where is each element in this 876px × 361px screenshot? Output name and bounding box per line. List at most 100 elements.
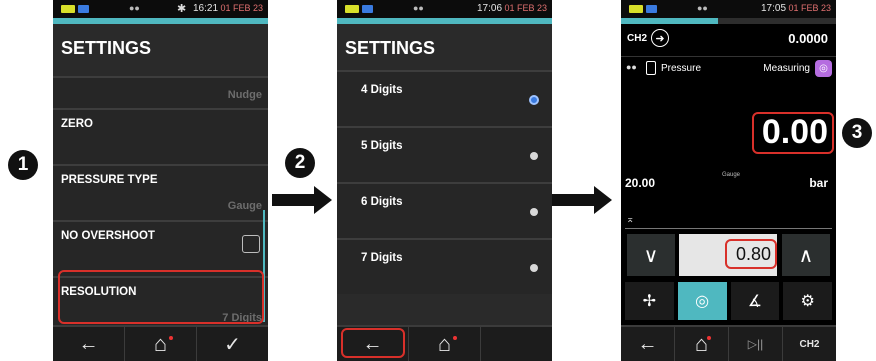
option-5-digits[interactable]: 5 Digits bbox=[337, 126, 552, 182]
page-title: SETTINGS bbox=[53, 24, 268, 76]
status-bar: ●● ✱ 16:21 01 FEB 23 bbox=[53, 0, 268, 18]
divider bbox=[625, 228, 832, 229]
range-value: 20.00 bbox=[625, 176, 656, 190]
channel-label: CH2 bbox=[627, 33, 648, 44]
home-icon: ⌂ bbox=[153, 331, 168, 356]
status-bar: ●● 17:05 01 FEB 23 bbox=[621, 0, 836, 18]
home-icon: ⌂ bbox=[694, 331, 709, 356]
home-button[interactable]: ⌂ bbox=[125, 327, 197, 361]
highlight-reading bbox=[752, 112, 834, 154]
function-row: ✢ ◎ ∡ ⚙ bbox=[621, 282, 836, 320]
setting-value: Gauge bbox=[227, 200, 262, 212]
date: 01 FEB 23 bbox=[788, 3, 831, 13]
charge-indicator-icon bbox=[646, 5, 657, 13]
angle-button[interactable]: ∡ bbox=[730, 282, 780, 320]
option-label: 5 Digits bbox=[361, 140, 403, 152]
option-label: 4 Digits bbox=[361, 84, 403, 96]
status-bar: ●● 17:06 01 FEB 23 bbox=[337, 0, 552, 18]
charge-indicator-icon bbox=[362, 5, 373, 13]
increment-button[interactable]: ∧ bbox=[782, 234, 830, 276]
measuring-mode-icon[interactable]: ◎ bbox=[815, 60, 832, 77]
battery-icon bbox=[345, 5, 359, 13]
measure-icon: ◎ bbox=[695, 293, 710, 310]
settings-button[interactable]: ⚙ bbox=[783, 282, 832, 320]
option-label: 6 Digits bbox=[361, 196, 403, 208]
settings-row-zero[interactable]: ZERO bbox=[53, 108, 268, 164]
charge-indicator-icon bbox=[78, 5, 89, 13]
gear-icon: ⚙ bbox=[800, 293, 815, 310]
channel-row[interactable]: CH2 ➜ 0.0000 bbox=[621, 26, 836, 52]
setting-label: NO OVERSHOOT bbox=[61, 230, 155, 242]
notification-dot bbox=[453, 336, 457, 340]
unit-label: bar bbox=[809, 176, 828, 190]
highlight-back-button bbox=[341, 328, 405, 358]
confirm-button[interactable]: ✓ bbox=[197, 327, 268, 361]
chevron-up-icon: ∧ bbox=[798, 244, 814, 267]
check-icon: ✓ bbox=[224, 333, 241, 356]
radio-icon[interactable] bbox=[530, 152, 538, 160]
play-pause-button[interactable]: ▷|| bbox=[729, 327, 783, 361]
option-4-digits[interactable]: 4 Digits bbox=[337, 70, 552, 126]
progress-bar bbox=[621, 18, 836, 24]
divider bbox=[621, 56, 836, 57]
tutorial-stage: 1 2 3 ●● ✱ 16:21 01 FEB 23 SETTINGS Nudg… bbox=[0, 0, 876, 361]
notification-dot bbox=[707, 336, 711, 340]
setting-label: ZERO bbox=[61, 118, 93, 130]
pressure-gauge-icon bbox=[646, 61, 656, 75]
channel-select-icon: CH2 bbox=[799, 338, 820, 350]
play-pause-icon: ▷|| bbox=[747, 337, 764, 351]
setting-label: PRESSURE TYPE bbox=[61, 174, 158, 186]
sensor-icon: ●● bbox=[626, 62, 637, 72]
radio-icon[interactable] bbox=[530, 264, 538, 272]
decrement-button[interactable]: ∨ bbox=[627, 234, 675, 276]
back-button[interactable]: ← bbox=[621, 327, 675, 361]
radio-icon[interactable] bbox=[530, 208, 538, 216]
radio-selected-icon[interactable] bbox=[529, 95, 539, 105]
channel-value: 0.0000 bbox=[788, 31, 828, 46]
battery-icon bbox=[61, 5, 75, 13]
settings-row-pressure-type[interactable]: PRESSURE TYPE Gauge bbox=[53, 164, 268, 220]
settings-row-no-overshoot[interactable]: NO OVERSHOOT bbox=[53, 220, 268, 276]
setting-value: Nudge bbox=[227, 89, 262, 101]
bottom-nav: ← ⌂ ✓ bbox=[53, 325, 268, 361]
angle-icon: ∡ bbox=[747, 293, 763, 310]
connection-icon: ●● bbox=[697, 3, 708, 13]
sensor-label: Pressure bbox=[661, 63, 702, 74]
step-2-badge: 2 bbox=[285, 148, 315, 178]
option-7-digits[interactable]: 7 Digits bbox=[337, 238, 552, 294]
settings-row-nudge[interactable]: Nudge bbox=[53, 76, 268, 108]
home-button[interactable]: ⌂ bbox=[409, 327, 481, 361]
measure-button[interactable]: ◎ bbox=[677, 282, 727, 320]
bluetooth-icon: ✱ bbox=[177, 3, 187, 15]
no-overshoot-checkbox[interactable] bbox=[242, 235, 260, 253]
page-title: SETTINGS bbox=[337, 24, 552, 70]
screen-resolution-options: ●● 17:06 01 FEB 23 SETTINGS 4 Digits 5 D… bbox=[337, 0, 552, 361]
back-arrow-icon: ← bbox=[637, 332, 658, 355]
highlight-resolution bbox=[58, 270, 264, 324]
pressure-type: Gauge bbox=[722, 172, 741, 178]
progress-fill bbox=[621, 18, 718, 24]
home-icon: ⌂ bbox=[437, 331, 452, 356]
screen-settings-menu: ●● ✱ 16:21 01 FEB 23 SETTINGS Nudge ZERO… bbox=[53, 0, 268, 361]
channel-refresh-icon[interactable]: ➜ bbox=[651, 29, 669, 47]
bottom-nav: ← ⌂ ▷|| CH2 bbox=[621, 325, 836, 361]
sensor-row: ●● Pressure Measuring ◎ bbox=[621, 58, 836, 80]
fan-button[interactable]: ✢ bbox=[625, 282, 674, 320]
clock: 16:21 bbox=[193, 3, 219, 14]
date: 01 FEB 23 bbox=[220, 3, 263, 13]
channel-select-button[interactable]: CH2 bbox=[783, 327, 836, 361]
expand-icon[interactable]: ⌅ bbox=[626, 214, 634, 225]
option-label: 7 Digits bbox=[361, 252, 403, 264]
back-button[interactable]: ← bbox=[53, 327, 125, 361]
highlight-setpoint bbox=[725, 239, 777, 269]
clock: 17:06 bbox=[477, 3, 503, 14]
option-6-digits[interactable]: 6 Digits bbox=[337, 182, 552, 238]
arrow-1-to-2 bbox=[272, 186, 332, 214]
clock: 17:05 bbox=[761, 3, 787, 14]
chevron-down-icon: ∨ bbox=[643, 244, 659, 267]
date: 01 FEB 23 bbox=[504, 3, 547, 13]
home-button[interactable]: ⌂ bbox=[675, 327, 729, 361]
battery-icon bbox=[629, 5, 643, 13]
mode-label: Measuring bbox=[763, 63, 810, 74]
fan-icon: ✢ bbox=[642, 293, 657, 310]
